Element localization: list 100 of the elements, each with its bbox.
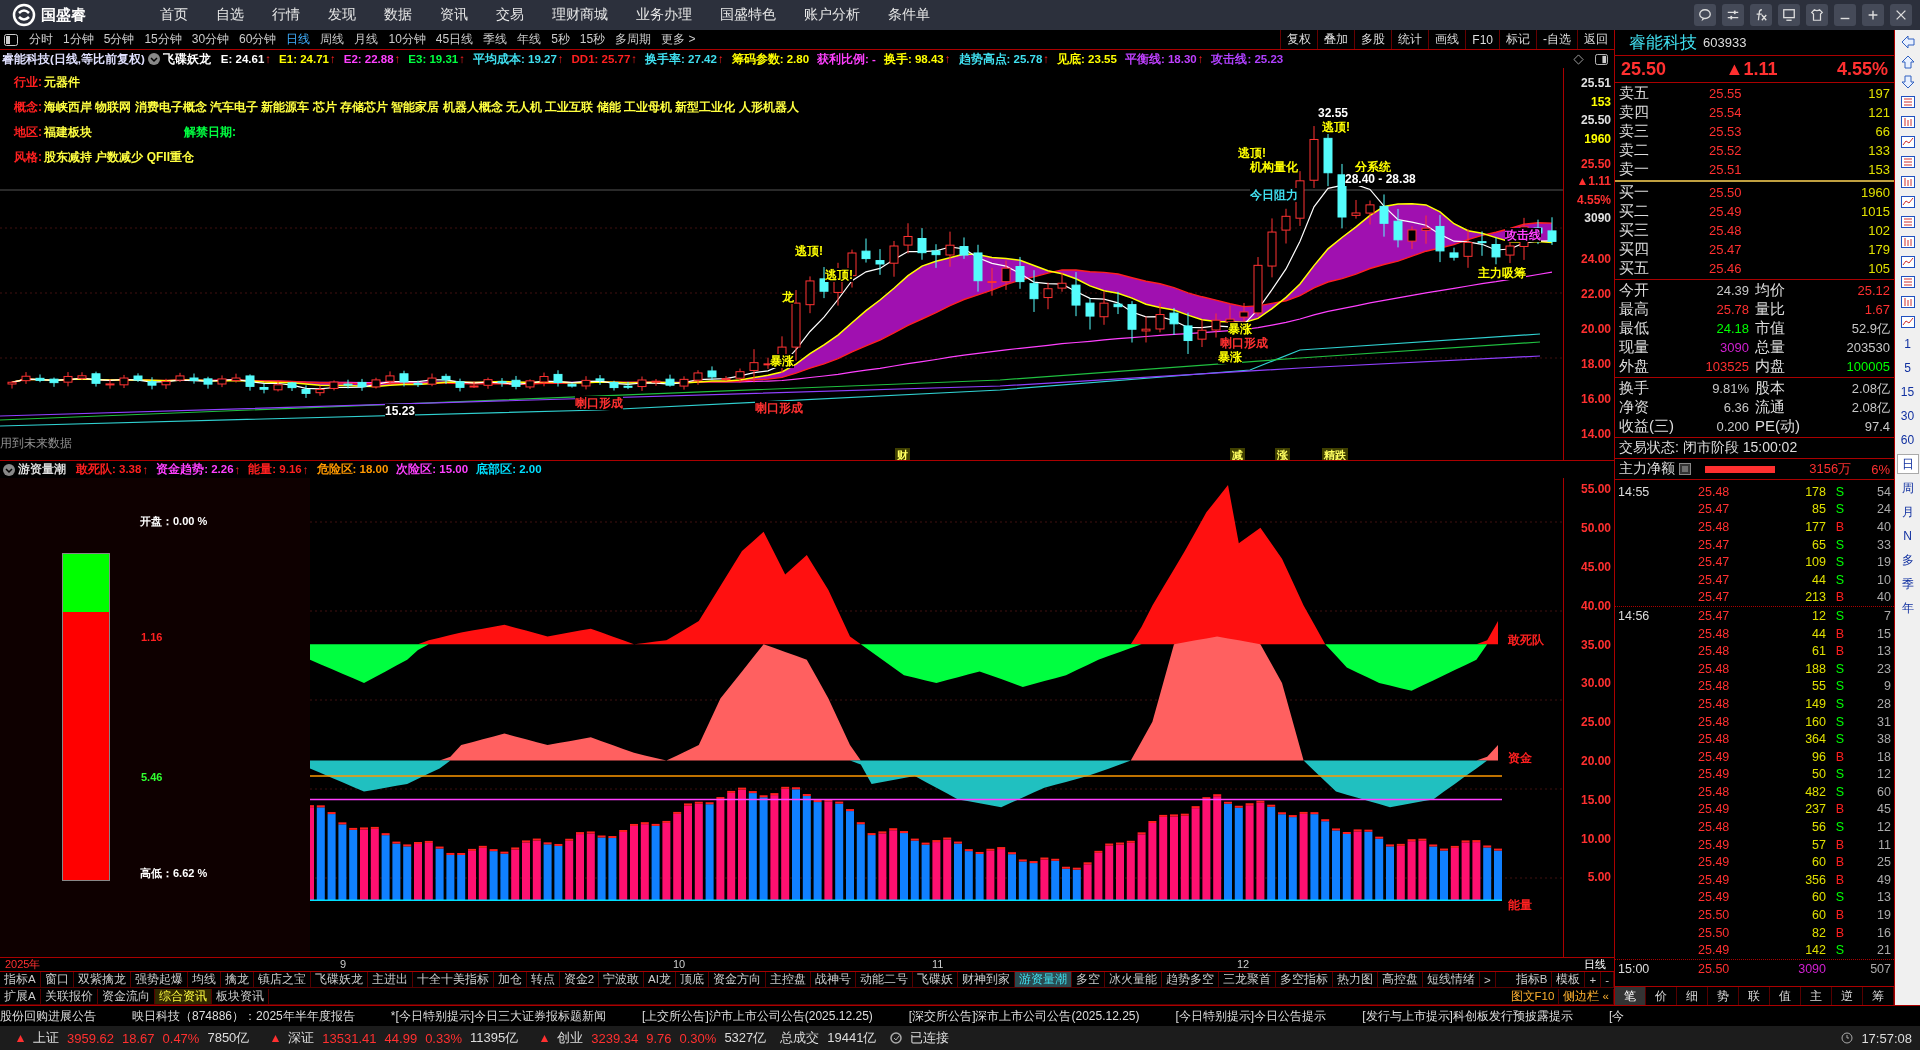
period-tab[interactable]: 日线 [281, 30, 316, 50]
indicator-tab[interactable]: 主控盘 [765, 972, 811, 988]
toolbar-button[interactable]: 统计 [1391, 30, 1429, 50]
indicator-tab[interactable]: 十全十美指标 [412, 972, 494, 988]
news-item[interactable]: 股份回购进展公告 [0, 1007, 96, 1025]
chart-tool-icon[interactable] [1899, 254, 1916, 270]
toolbar-button[interactable]: 返回 [1577, 30, 1614, 50]
period-tab[interactable]: 5秒 [546, 30, 575, 50]
diamond-icon[interactable] [1573, 53, 1584, 65]
period-button[interactable]: N [1896, 526, 1919, 546]
indicator-tab[interactable]: 游资量潮 [1014, 972, 1072, 988]
indicator-tab[interactable]: 飞碟妖龙 [310, 972, 368, 988]
menu-item[interactable]: 资讯 [426, 0, 482, 30]
news-item[interactable]: [深交所公告]深市上市公司公告(2025.12.25) [908, 1007, 1140, 1025]
indicator-tab[interactable]: 双紫擒龙 [73, 972, 131, 988]
indicator-tab[interactable]: 擒龙 [220, 972, 254, 988]
extension-tab[interactable]: 图文F10 [1506, 988, 1560, 1004]
period-tab[interactable]: 年线 [512, 30, 547, 50]
chart-tool-icon[interactable] [1899, 114, 1916, 130]
indicator-tab[interactable]: 主进出 [367, 972, 413, 988]
period-button[interactable]: 60 [1896, 430, 1919, 450]
menu-item[interactable]: 交易 [482, 0, 538, 30]
period-button[interactable]: 月 [1896, 502, 1919, 522]
indicator-tab[interactable]: AI龙 [644, 972, 676, 988]
period-tab[interactable]: 多周期 [610, 30, 657, 50]
up-arrow-icon[interactable] [1899, 54, 1916, 70]
indicator-tab[interactable]: 资金2 [559, 972, 600, 988]
indicator-tab[interactable]: 窗口 [40, 972, 74, 988]
sliders-icon[interactable] [1722, 4, 1744, 26]
menu-item[interactable]: 数据 [370, 0, 426, 30]
period-button[interactable]: 多 [1896, 550, 1919, 570]
period-button[interactable]: 日 [1896, 454, 1919, 474]
indicator-tab[interactable]: 飞碟妖 [912, 972, 958, 988]
indicator-tab[interactable]: - [1601, 972, 1614, 988]
period-button[interactable]: 30 [1896, 406, 1919, 426]
chart-tool-icon[interactable] [1899, 194, 1916, 210]
indicator-tab[interactable]: 趋势多空 [1161, 972, 1219, 988]
menu-item[interactable]: 自选 [202, 0, 258, 30]
function-icon[interactable] [1750, 4, 1772, 26]
period-button[interactable]: 年 [1896, 598, 1919, 618]
chart-tool-icon[interactable] [1899, 134, 1916, 150]
indicator-tab[interactable]: 战神号 [810, 972, 856, 988]
index-name[interactable]: 深证 [288, 1029, 315, 1047]
indicator-tab[interactable]: 短线情绪 [1422, 972, 1480, 988]
index-name[interactable]: 上证 [33, 1029, 59, 1047]
maximize-icon[interactable] [1862, 4, 1884, 26]
indicator-tab[interactable]: 均线 [187, 972, 221, 988]
panel-toggle-icon[interactable] [4, 33, 18, 46]
chart-tool-icon[interactable] [1899, 274, 1916, 290]
period-tab[interactable]: 60分钟 [234, 30, 282, 50]
menu-item[interactable]: 首页 [146, 0, 202, 30]
indicator-tab[interactable]: 模板 [1552, 972, 1586, 988]
chevron-icon[interactable] [3, 463, 15, 476]
news-item[interactable]: [发行与上市提示]科创板发行预披露提示 [1362, 1007, 1573, 1025]
menu-item[interactable]: 理财商城 [538, 0, 622, 30]
period-tab[interactable]: 更多 > [656, 30, 701, 50]
index-name[interactable]: 创业 [557, 1029, 584, 1047]
extension-tab[interactable]: 综合资讯 [154, 988, 212, 1004]
indicator-tab[interactable]: 动能二号 [855, 972, 913, 988]
period-tab[interactable]: 分时 [24, 30, 58, 50]
indicator-tab[interactable]: 顶底 [675, 972, 709, 988]
toolbar-button[interactable]: 叠加 [1317, 30, 1355, 50]
chart-tool-icon[interactable] [1899, 154, 1916, 170]
period-button[interactable]: 5 [1896, 358, 1919, 378]
list-icon[interactable] [1679, 463, 1691, 475]
toolbar-button[interactable]: 多股 [1354, 30, 1392, 50]
period-tab[interactable]: 10分钟 [383, 30, 431, 50]
toolbar-button[interactable]: -自选 [1536, 30, 1577, 50]
news-item[interactable]: [上交所公告]沪市上市公司公告(2025.12.25) [642, 1007, 873, 1025]
toolbar-button[interactable]: 画线 [1428, 30, 1466, 50]
news-item[interactable]: 映日科技（874886）：2025年半年度报告 [132, 1007, 355, 1025]
extension-tab[interactable]: 板块资讯 [211, 988, 269, 1004]
extension-tab[interactable]: 关联报价 [40, 988, 98, 1004]
chart-tool-icon[interactable] [1899, 314, 1916, 330]
chevron-icon[interactable] [147, 53, 160, 66]
extension-tab[interactable]: 资金流向 [97, 988, 155, 1004]
indicator-tab[interactable]: 转点 [526, 972, 560, 988]
news-item[interactable]: [今 [1608, 1007, 1625, 1025]
shirt-icon[interactable] [1806, 4, 1828, 26]
indicator-tab[interactable]: 资金方向 [708, 972, 766, 988]
panel-toggle-icon[interactable] [1595, 53, 1608, 65]
indicator-tab[interactable]: 加仓 [493, 972, 527, 988]
period-tab[interactable]: 30分钟 [186, 30, 235, 50]
menu-item[interactable]: 账户分析 [790, 0, 874, 30]
chart-tool-icon[interactable] [1899, 294, 1916, 310]
chat-icon[interactable] [1694, 4, 1716, 26]
menu-item[interactable]: 业务办理 [622, 0, 706, 30]
period-tab[interactable]: 1分钟 [58, 30, 99, 50]
chart-tool-icon[interactable] [1899, 234, 1916, 250]
indicator-tab[interactable]: 多空指标 [1275, 972, 1333, 988]
indicator-tab[interactable]: 宁波敢 [599, 972, 645, 988]
period-tab[interactable]: 15分钟 [139, 30, 187, 50]
news-item[interactable]: *[今日特别提示]今日三大证券报标题新闻 [390, 1007, 607, 1025]
chart-tool-icon[interactable] [1899, 214, 1916, 230]
menu-item[interactable]: 行情 [258, 0, 314, 30]
down-arrow-icon[interactable] [1899, 74, 1916, 90]
period-button[interactable]: 季 [1896, 574, 1919, 594]
indicator-tab[interactable]: 指标B [1511, 972, 1553, 988]
indicator-tab[interactable]: 指标A [0, 972, 41, 988]
indicator-tab[interactable]: + [1585, 972, 1602, 988]
